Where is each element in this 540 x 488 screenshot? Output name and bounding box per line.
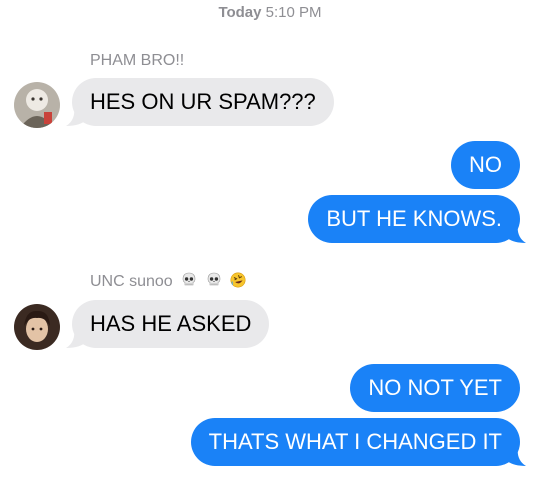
rolling-laughing-emoji-icon xyxy=(230,272,246,288)
sender-name: PHAM BRO!! xyxy=(90,52,184,70)
sender-name-text: PHAM BRO!! xyxy=(90,52,185,69)
outgoing-message-bubble[interactable]: THATS WHAT I CHANGED IT xyxy=(190,418,520,466)
message-text: NO xyxy=(469,152,502,177)
avatar-photo-icon xyxy=(14,304,60,350)
avatar[interactable] xyxy=(14,82,60,128)
timestamp-day: Today xyxy=(218,4,262,21)
message-text: HAS HE ASKED xyxy=(90,311,252,336)
message-text: NO NOT YET xyxy=(368,375,502,400)
skull-emoji-icon xyxy=(207,272,220,286)
incoming-message-bubble[interactable]: HAS HE ASKED xyxy=(72,300,270,348)
outgoing-message-bubble[interactable]: BUT HE KNOWS. xyxy=(308,195,520,243)
incoming-bubble-tail xyxy=(66,328,86,348)
timestamp-time: 5:10 PM xyxy=(265,4,322,21)
message-text: BUT HE KNOWS. xyxy=(326,206,502,231)
skull-emoji-icon xyxy=(182,272,196,286)
outgoing-bubble-tail xyxy=(506,223,526,243)
message-text: HES ON UR SPAM??? xyxy=(90,89,316,114)
outgoing-bubble-tail xyxy=(506,446,526,466)
outgoing-message-bubble[interactable]: NO NOT YET xyxy=(350,364,520,412)
message-text: THATS WHAT I CHANGED IT xyxy=(208,429,502,454)
avatar[interactable] xyxy=(14,304,60,350)
conversation-timestamp: Today 5:10 PM xyxy=(0,4,540,21)
incoming-message-bubble[interactable]: HES ON UR SPAM??? xyxy=(72,78,334,126)
incoming-bubble-tail xyxy=(66,106,86,126)
avatar-photo-icon xyxy=(14,82,60,128)
sender-name-text: UNC sunoo xyxy=(90,273,173,290)
outgoing-message-bubble[interactable]: NO xyxy=(451,141,520,189)
sender-name: UNC sunoo xyxy=(90,272,246,291)
